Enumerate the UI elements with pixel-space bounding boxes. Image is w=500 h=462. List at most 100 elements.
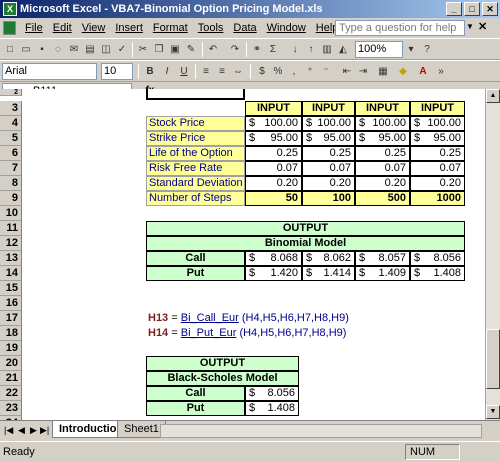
horizontal-scrollbar[interactable] [160, 424, 482, 438]
menu-insert[interactable]: Insert [110, 22, 148, 34]
drawing-icon[interactable]: ◭ [336, 43, 350, 57]
binomial-call-value[interactable]: $8.068 [245, 251, 302, 266]
row-header[interactable]: 10 [0, 206, 22, 221]
font-select[interactable]: Arial [2, 63, 97, 80]
bold-button[interactable]: B [143, 65, 157, 79]
zoom-select[interactable]: 100% [355, 41, 403, 58]
decrease-indent-icon[interactable]: ⇤ [340, 65, 354, 79]
row-header[interactable]: 12 [0, 236, 22, 251]
sort-ascending-icon[interactable]: ↓ [288, 43, 302, 57]
binomial-put-value[interactable]: $1.414 [302, 266, 355, 281]
workbook-close-icon[interactable]: ✕ [478, 20, 487, 33]
percent-button[interactable]: % [271, 65, 285, 79]
life-cell[interactable]: 0.25 [410, 146, 465, 161]
fill-color-icon[interactable]: ◆ [396, 65, 410, 79]
row-header[interactable]: 16 [0, 296, 22, 311]
last-sheet-icon[interactable]: ▶| [40, 425, 49, 436]
rate-cell[interactable]: 0.07 [410, 161, 465, 176]
vertical-scrollbar[interactable]: ▲ ▼ [485, 89, 500, 420]
row-header[interactable]: 2 [0, 89, 22, 96]
permission-icon[interactable]: ◌ [51, 43, 65, 57]
input-header[interactable]: INPUT [302, 101, 355, 116]
bs-output-title[interactable]: OUTPUT [146, 356, 299, 371]
steps-cell[interactable]: 500 [355, 191, 410, 206]
life-cell[interactable]: 0.25 [302, 146, 355, 161]
first-sheet-icon[interactable]: |◀ [4, 425, 13, 436]
cut-icon[interactable]: ✂ [136, 43, 150, 57]
input-header[interactable]: INPUT [410, 101, 465, 116]
email-icon[interactable]: ✉ [67, 43, 81, 57]
binomial-call-value[interactable]: $8.057 [355, 251, 410, 266]
binomial-put-value[interactable]: $1.408 [410, 266, 465, 281]
borders-icon[interactable]: ▦ [376, 65, 390, 79]
spelling-icon[interactable]: ✓ [115, 43, 129, 57]
row-header[interactable]: 20 [0, 356, 22, 371]
scroll-thumb[interactable] [486, 329, 500, 389]
zoom-dropdown-icon[interactable]: ▾ [404, 43, 418, 57]
row-header[interactable]: 7 [0, 161, 22, 176]
row-header[interactable]: 19 [0, 341, 22, 356]
menu-file[interactable]: File [20, 22, 48, 34]
row-header[interactable]: 23 [0, 401, 22, 416]
binomial-put-value[interactable]: $1.409 [355, 266, 410, 281]
row-header[interactable]: 11 [0, 221, 22, 236]
sort-descending-icon[interactable]: ↑ [304, 43, 318, 57]
row-header[interactable]: 14 [0, 266, 22, 281]
menu-view[interactable]: View [77, 22, 111, 34]
prev-sheet-icon[interactable]: ◀ [18, 425, 25, 436]
minimize-button[interactable]: _ [446, 2, 462, 16]
maximize-button[interactable]: □ [464, 2, 480, 16]
excel-icon[interactable]: X [3, 2, 17, 16]
worksheet-grid[interactable]: 2 3 4 5 6 7 8 9 10 11 12 13 14 15 16 17 … [0, 89, 485, 420]
binomial-model-title[interactable]: Binomial Model [146, 236, 465, 251]
ask-question-input[interactable]: Type a question for help [335, 20, 465, 36]
binomial-call-value[interactable]: $8.062 [302, 251, 355, 266]
new-icon[interactable]: □ [3, 43, 17, 57]
life-cell[interactable]: 0.25 [355, 146, 410, 161]
label-risk-free-rate[interactable]: Risk Free Rate [146, 161, 245, 176]
bs-call-label[interactable]: Call [146, 386, 245, 401]
font-size-select[interactable]: 10 [101, 63, 133, 80]
row-header[interactable]: 8 [0, 176, 22, 191]
bs-model-title[interactable]: Black-Scholes Model [146, 371, 299, 386]
rate-cell[interactable]: 0.07 [355, 161, 410, 176]
close-button[interactable]: ✕ [482, 2, 498, 16]
open-icon[interactable]: ▭ [19, 43, 33, 57]
undo-icon[interactable]: ↶ [206, 43, 220, 57]
std-dev-cell[interactable]: 0.20 [410, 176, 465, 191]
autosum-icon[interactable]: Σ [266, 43, 280, 57]
print-icon[interactable]: ▤ [83, 43, 97, 57]
decrease-decimal-icon[interactable]: ⁻ [319, 65, 333, 79]
paste-icon[interactable]: ▣ [168, 43, 182, 57]
input-header[interactable]: INPUT [355, 101, 410, 116]
align-left-icon[interactable]: ≡ [199, 65, 213, 79]
steps-cell[interactable]: 50 [245, 191, 302, 206]
merge-center-icon[interactable]: ⇔ [231, 65, 245, 79]
redo-icon[interactable]: ↷ [228, 43, 242, 57]
life-cell[interactable]: 0.25 [245, 146, 302, 161]
label-life[interactable]: Life of the Option [146, 146, 245, 161]
row-header[interactable]: 5 [0, 131, 22, 146]
format-painter-icon[interactable]: ✎ [184, 43, 198, 57]
menu-format[interactable]: Format [148, 22, 193, 34]
menu-window[interactable]: Window [262, 22, 311, 34]
row-header[interactable]: 9 [0, 191, 22, 206]
menu-data[interactable]: Data [228, 22, 261, 34]
row-header[interactable]: 17 [0, 311, 22, 326]
binomial-output-title[interactable]: OUTPUT [146, 221, 465, 236]
stock-cell[interactable]: $100.00 [355, 116, 410, 131]
row-header[interactable]: 13 [0, 251, 22, 266]
row-header[interactable]: 6 [0, 146, 22, 161]
binomial-call-label[interactable]: Call [146, 251, 245, 266]
binomial-put-value[interactable]: $1.420 [245, 266, 302, 281]
font-color-icon[interactable]: A [416, 65, 430, 79]
strike-cell[interactable]: $95.00 [245, 131, 302, 146]
label-stock-price[interactable]: Stock Price [146, 116, 245, 131]
workbook-icon[interactable] [3, 21, 16, 35]
stock-cell[interactable]: $100.00 [245, 116, 302, 131]
increase-decimal-icon[interactable]: ⁺ [303, 65, 317, 79]
label-steps[interactable]: Number of Steps [146, 191, 245, 206]
std-dev-cell[interactable]: 0.20 [302, 176, 355, 191]
underline-button[interactable]: U [177, 65, 191, 79]
currency-button[interactable]: $ [255, 65, 269, 79]
